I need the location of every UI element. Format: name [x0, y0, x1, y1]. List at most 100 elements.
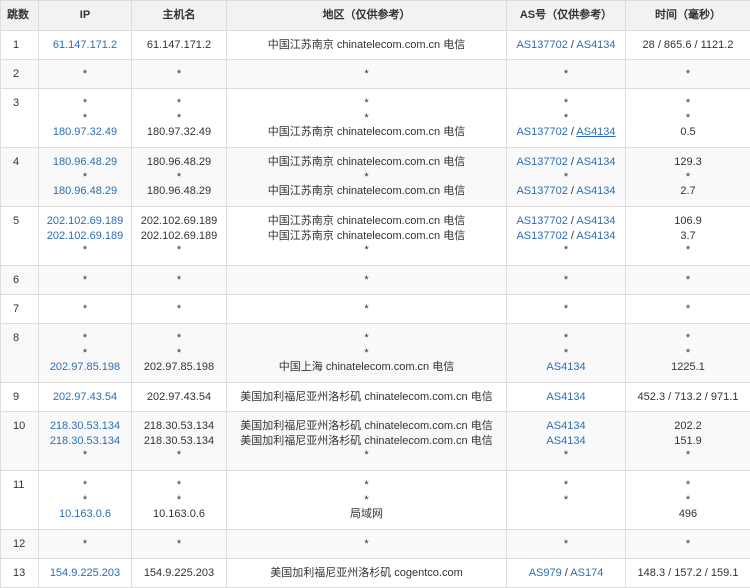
- hop-number: 3: [13, 96, 38, 111]
- host-text: 154.9.225.203: [144, 567, 214, 579]
- host-text: 180.96.48.29: [147, 185, 211, 197]
- host-cell-content: *: [132, 60, 226, 88]
- time-cell-content: 129.3*2.7: [626, 148, 750, 206]
- host-line: *: [132, 493, 226, 508]
- region-text: 中国江苏南京 chinatelecom.com.cn 电信: [268, 39, 465, 51]
- ip-cell-content: 61.147.171.2: [39, 31, 131, 59]
- as-line: AS137702 / AS4134: [507, 214, 625, 229]
- as-link[interactable]: AS4134: [576, 156, 615, 168]
- as-text: *: [564, 494, 568, 506]
- as-cell: **: [507, 471, 626, 530]
- ip-line: 218.30.53.134: [39, 434, 131, 449]
- time-line: 2.7: [626, 184, 750, 199]
- as-text: *: [564, 97, 568, 109]
- time-text: 2.7: [680, 185, 695, 197]
- time-cell-content: 28 / 865.6 / 1121.2: [626, 31, 750, 59]
- as-link[interactable]: AS137702: [516, 156, 567, 168]
- as-link[interactable]: AS137702: [516, 126, 567, 138]
- time-cell-content: *: [626, 60, 750, 88]
- ip-link[interactable]: 202.97.43.54: [53, 391, 117, 403]
- table-row: 9202.97.43.54202.97.43.54美国加利福尼亚州洛杉矶 chi…: [1, 383, 750, 412]
- region-cell: 中国江苏南京 chinatelecom.com.cn 电信: [227, 31, 507, 60]
- region-cell: 中国江苏南京 chinatelecom.com.cn 电信中国江苏南京 chin…: [227, 207, 507, 266]
- as-line: AS4134: [507, 434, 625, 449]
- host-cell-content: 218.30.53.134218.30.53.134*: [132, 412, 226, 470]
- time-line: 106.9: [626, 214, 750, 229]
- time-text: *: [686, 347, 690, 359]
- ip-link[interactable]: 202.102.69.189: [47, 215, 123, 227]
- ip-link[interactable]: 61.147.171.2: [53, 39, 117, 51]
- as-cell-content: **: [507, 471, 625, 529]
- as-link[interactable]: AS174: [570, 567, 603, 579]
- ip-link[interactable]: 218.30.53.134: [50, 435, 120, 447]
- as-line: AS4134: [507, 419, 625, 434]
- region-text: *: [364, 538, 368, 550]
- ip-line: 202.97.43.54: [39, 390, 131, 405]
- host-line: *: [132, 273, 226, 288]
- as-link[interactable]: AS4134: [576, 126, 615, 138]
- as-link[interactable]: AS4134: [546, 361, 585, 373]
- time-text: 0.5: [680, 126, 695, 138]
- host-line: 180.96.48.29: [132, 155, 226, 170]
- time-line: 28 / 865.6 / 1121.2: [626, 38, 750, 53]
- hop-number: 8: [13, 331, 38, 346]
- region-text: 中国江苏南京 chinatelecom.com.cn 电信: [268, 215, 465, 227]
- as-link[interactable]: AS4134: [576, 230, 615, 242]
- as-link[interactable]: AS137702: [516, 215, 567, 227]
- time-text: 1225.1: [671, 361, 705, 373]
- region-line: *: [227, 478, 506, 493]
- region-cell: **中国上海 chinatelecom.com.cn 电信: [227, 324, 507, 383]
- as-link[interactable]: AS979: [529, 567, 562, 579]
- as-text: *: [564, 347, 568, 359]
- host-cell: 61.147.171.2: [132, 31, 227, 60]
- ip-link[interactable]: 180.97.32.49: [53, 126, 117, 138]
- host-cell: *: [132, 530, 227, 559]
- hop-number: 12: [13, 537, 38, 552]
- host-cell: **180.97.32.49: [132, 89, 227, 148]
- host-line: *: [132, 537, 226, 552]
- time-cell-content: 452.3 / 713.2 / 971.1: [626, 383, 750, 411]
- as-link[interactable]: AS137702: [516, 185, 567, 197]
- ip-line: *: [39, 302, 131, 317]
- as-text: *: [564, 449, 568, 461]
- as-link[interactable]: AS4134: [546, 435, 585, 447]
- time-text: 28 / 865.6 / 1121.2: [643, 39, 734, 51]
- region-line: *: [227, 448, 506, 463]
- region-text: 美国加利福尼亚州洛杉矶 chinatelecom.com.cn 电信: [240, 420, 492, 432]
- time-text: *: [686, 332, 690, 344]
- region-cell-content: 美国加利福尼亚州洛杉矶 cogentco.com: [227, 559, 506, 587]
- host-cell-content: 61.147.171.2: [132, 31, 226, 59]
- as-link[interactable]: AS4134: [576, 185, 615, 197]
- ip-link[interactable]: 202.102.69.189: [47, 230, 123, 242]
- host-cell: **202.97.85.198: [132, 324, 227, 383]
- region-text: 中国上海 chinatelecom.com.cn 电信: [279, 361, 454, 373]
- region-line: *: [227, 273, 506, 288]
- host-text: *: [177, 479, 181, 491]
- region-line: 中国江苏南京 chinatelecom.com.cn 电信: [227, 125, 506, 140]
- ip-link[interactable]: 202.97.85.198: [50, 361, 120, 373]
- ip-line: 180.97.32.49: [39, 125, 131, 140]
- ip-link[interactable]: 180.96.48.29: [53, 156, 117, 168]
- as-link[interactable]: AS4134: [576, 39, 615, 51]
- as-link[interactable]: AS137702: [516, 39, 567, 51]
- as-link[interactable]: AS4134: [546, 391, 585, 403]
- host-cell: 154.9.225.203: [132, 559, 227, 588]
- ip-cell: 202.97.43.54: [39, 383, 132, 412]
- ip-line: *: [39, 111, 131, 126]
- ip-text: *: [83, 347, 87, 359]
- ip-cell-content: 202.97.43.54: [39, 383, 131, 411]
- ip-link[interactable]: 180.96.48.29: [53, 185, 117, 197]
- as-line: AS137702 / AS4134: [507, 125, 625, 140]
- ip-link[interactable]: 154.9.225.203: [50, 567, 120, 579]
- ip-cell: **10.163.0.6: [39, 471, 132, 530]
- ip-link[interactable]: 10.163.0.6: [59, 508, 111, 520]
- as-link[interactable]: AS4134: [576, 215, 615, 227]
- ip-line: 202.102.69.189: [39, 214, 131, 229]
- as-link[interactable]: AS4134: [546, 420, 585, 432]
- ip-text: *: [83, 494, 87, 506]
- time-cell-content: 106.93.7*: [626, 207, 750, 265]
- time-line: 129.3: [626, 155, 750, 170]
- traceroute-table: 跳数 IP 主机名 地区（仅供参考） AS号（仅供参考） 时间（毫秒） 161.…: [0, 0, 750, 588]
- ip-link[interactable]: 218.30.53.134: [50, 420, 120, 432]
- as-link[interactable]: AS137702: [516, 230, 567, 242]
